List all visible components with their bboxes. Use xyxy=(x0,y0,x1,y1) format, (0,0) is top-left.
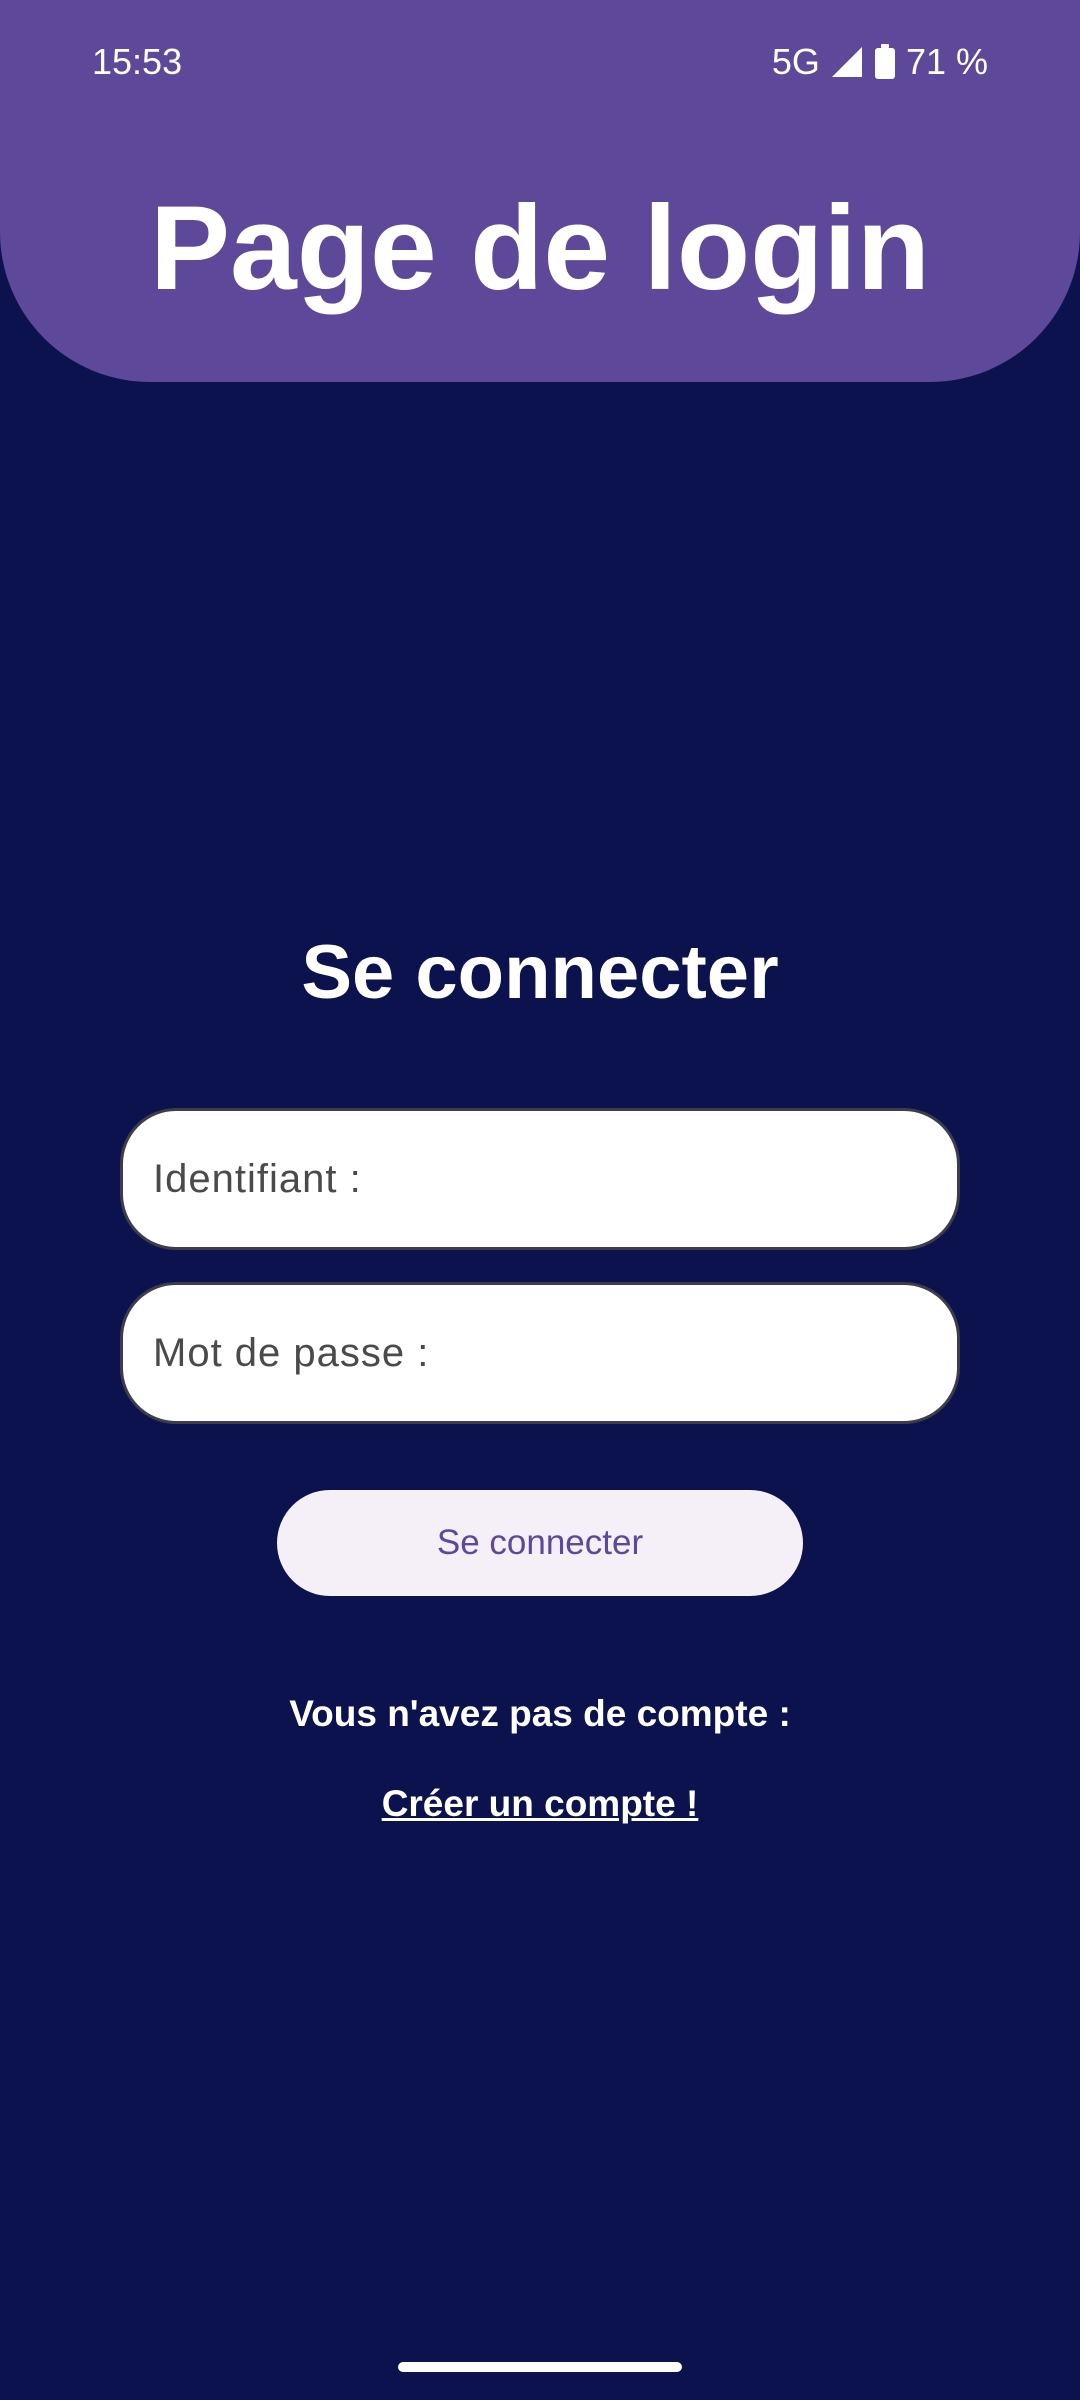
battery-level: 71 % xyxy=(905,41,988,82)
status-indicators: 5G 71 % xyxy=(772,40,988,84)
login-form-title: Se connecter xyxy=(301,930,779,1015)
network-type: 5G xyxy=(771,41,820,82)
page-title: Page de login xyxy=(149,181,931,315)
status-time: 15:53 xyxy=(92,41,183,82)
login-button[interactable]: Se connecter xyxy=(277,1490,803,1596)
home-indicator[interactable] xyxy=(398,2362,682,2372)
no-account-label: Vous n'avez pas de compte : xyxy=(289,1693,791,1734)
status-bar: 15:53 5G 71 % xyxy=(0,0,1080,120)
create-account-link[interactable]: Créer un compte ! xyxy=(0,1780,1080,1828)
password-input[interactable] xyxy=(120,1282,960,1424)
username-input[interactable] xyxy=(120,1108,960,1250)
battery-icon xyxy=(874,44,896,80)
signal-icon xyxy=(830,45,864,79)
